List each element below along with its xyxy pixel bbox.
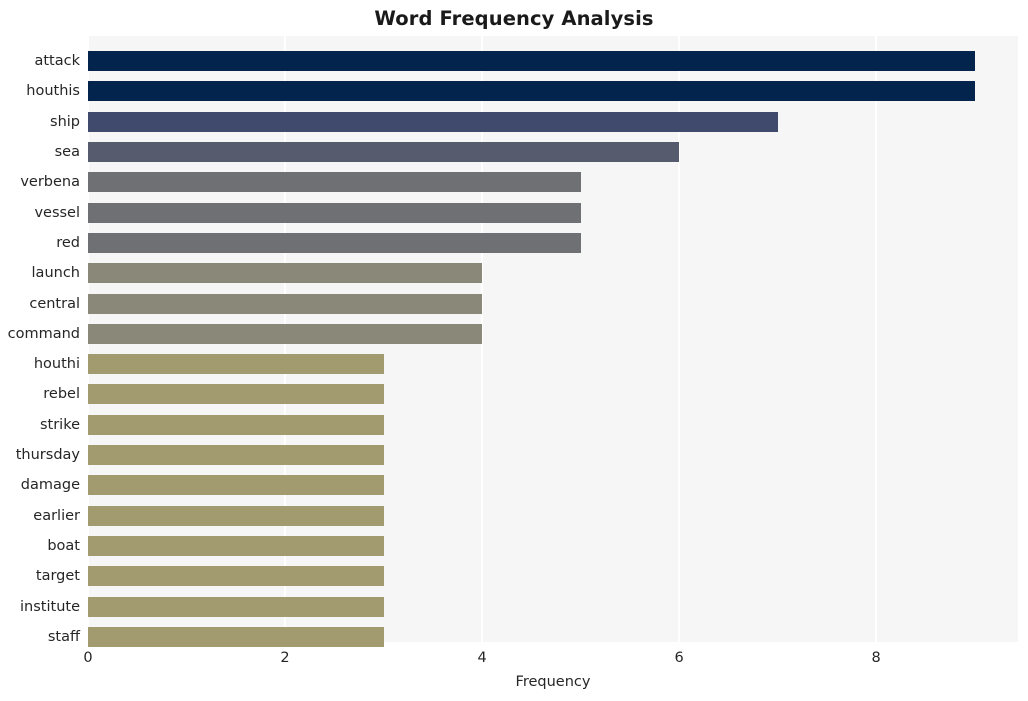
bar [88,354,384,375]
x-axis-tick-labels: 0 2 4 6 8 [0,642,1028,672]
y-tick-label-sea: sea [54,144,80,161]
y-tick-label-central: central [29,295,80,312]
y-tick-label-target: target [35,568,80,585]
bar [88,202,581,223]
x-tick-label-6: 6 [674,650,684,666]
y-tick-label-houthis: houthis [26,83,80,100]
y-tick-label-institute: institute [20,598,80,615]
y-tick-label-boat: boat [47,537,80,554]
y-tick-label-strike: strike [39,416,80,433]
x-axis-title: Frequency [515,674,591,690]
bar [88,384,384,405]
plot-area [87,36,1018,647]
x-tick-label-8: 8 [871,650,881,666]
bar [88,263,483,284]
bar [88,596,384,617]
y-tick-label-thursday: thursday [15,447,80,464]
x-tick-label-0: 0 [83,650,93,666]
y-tick-label-vessel: vessel [34,204,80,221]
y-tick-label-ship: ship [50,113,80,130]
x-tick-label-4: 4 [477,650,487,666]
y-tick-label-command: command [7,325,80,342]
y-tick-label-attack: attack [34,53,80,70]
y-tick-label-rebel: rebel [43,386,80,403]
y-tick-label-houthi: houthi [33,356,80,373]
bar [88,81,975,102]
bar [88,323,483,344]
y-tick-label-verbena: verbena [20,174,80,191]
bar [88,445,384,466]
y-tick-label-launch: launch [31,265,80,282]
bars-layer [88,36,1018,647]
bar [88,172,581,193]
chart-figure: Word Frequency Analysis attack houthis shi… [0,0,1028,701]
x-tick-label-2: 2 [280,650,290,666]
bar [88,111,778,132]
y-tick-label-damage: damage [20,477,80,494]
bar [88,475,384,496]
bar [88,414,384,435]
bar [88,142,680,163]
bar [88,293,483,314]
y-axis-tick-labels: attack houthis ship sea verbena vessel red laun… [0,36,80,645]
bar [88,505,384,526]
y-tick-label-earlier: earlier [33,507,80,524]
bar [88,535,384,556]
bar [88,51,975,72]
y-tick-label-red: red [56,234,80,251]
chart-title: Word Frequency Analysis [374,7,654,30]
bar [88,232,581,253]
bar [88,566,384,587]
